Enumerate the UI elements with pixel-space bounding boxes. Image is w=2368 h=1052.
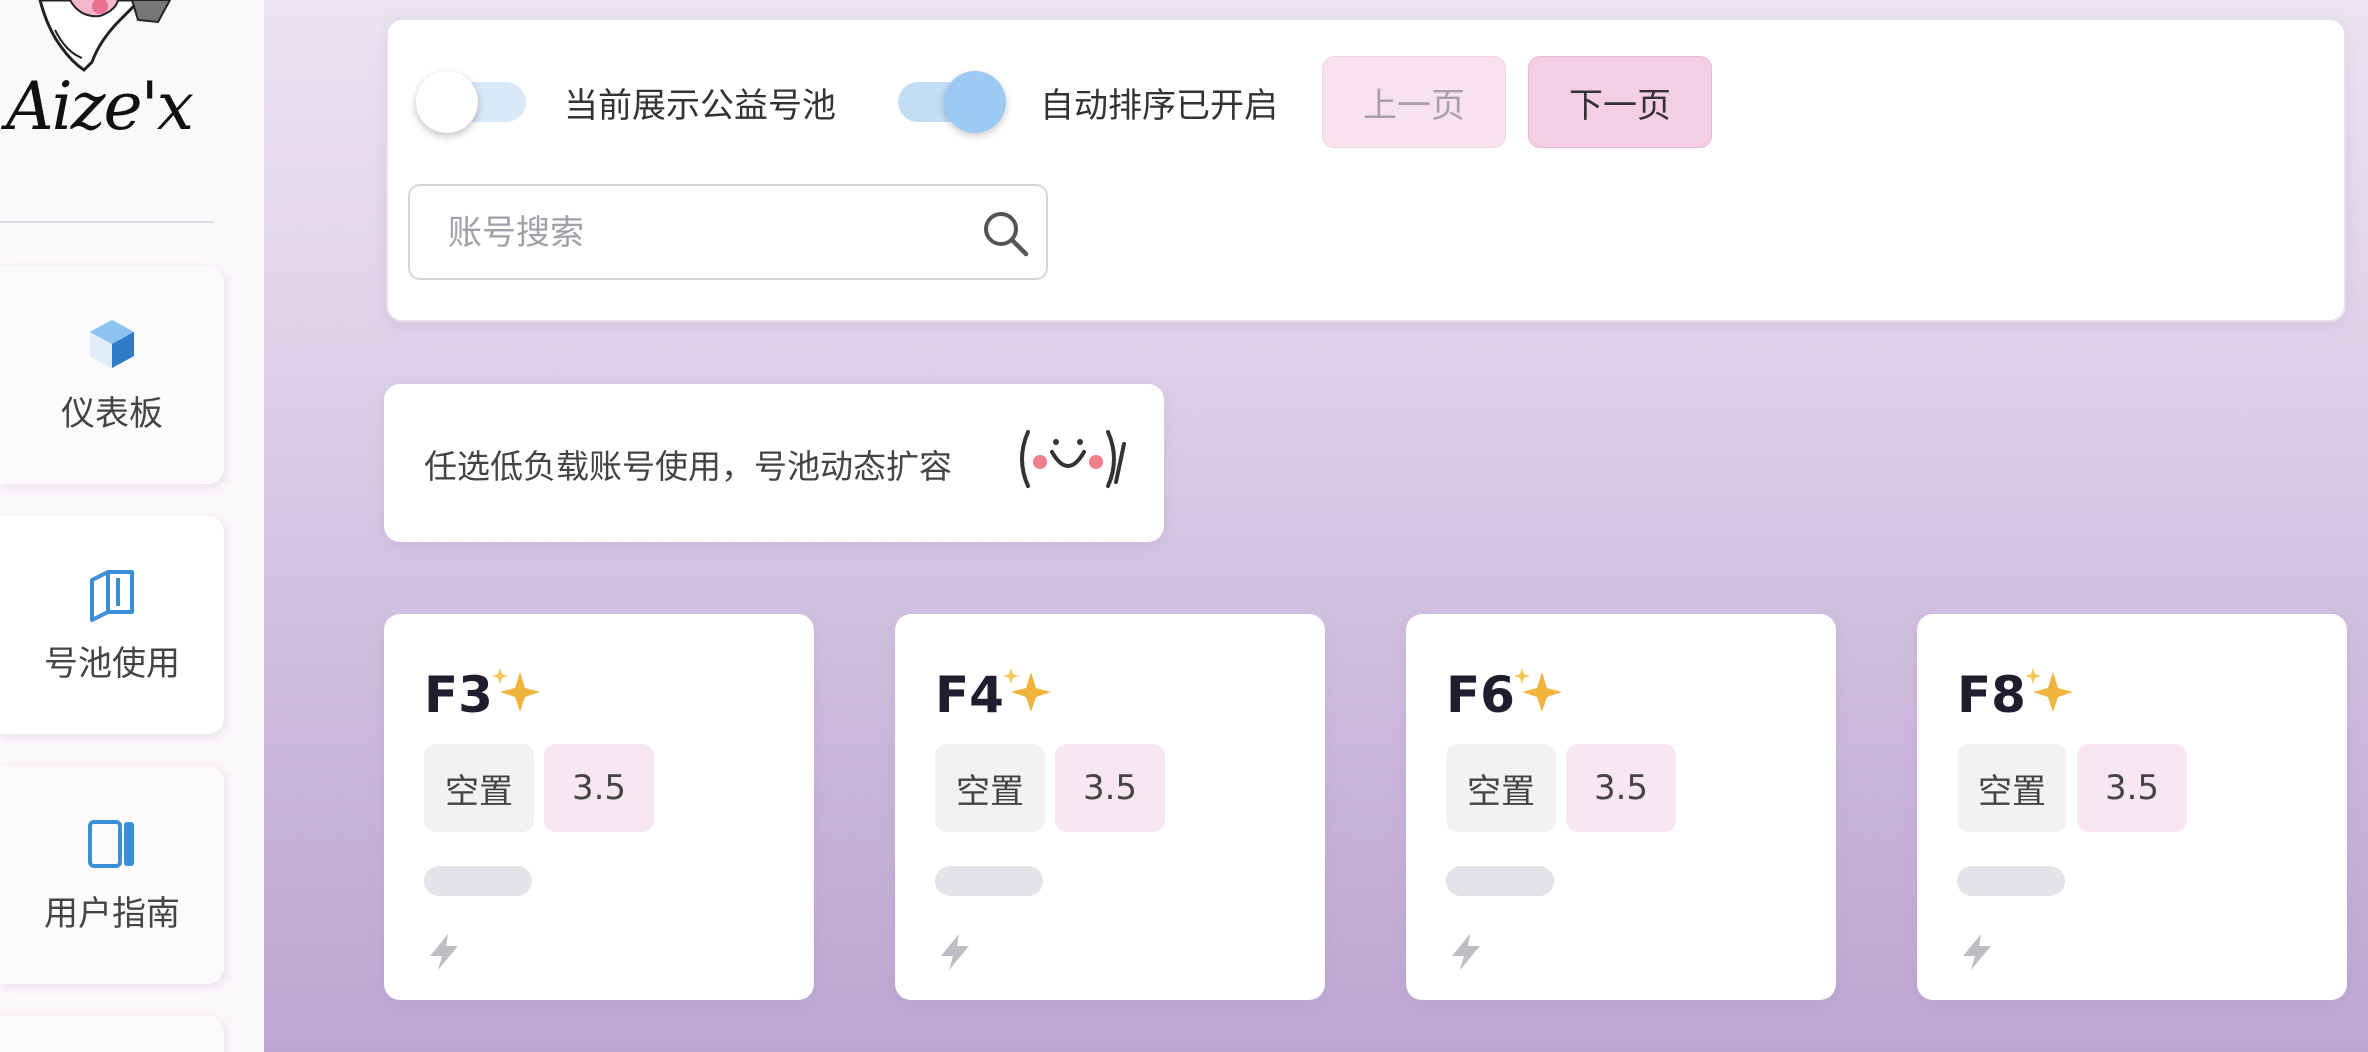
sparkle-icon [492,668,540,712]
sidebar-item-label: 仪表板 [61,393,163,434]
version-badge: 3.5 [1566,744,1676,832]
account-card[interactable]: F8 空置 3.5 [1917,614,2347,1000]
version-badge: 3.5 [1055,744,1165,832]
logo[interactable]: Aize'x [0,0,200,160]
auto-sort-toggle[interactable] [898,71,1006,133]
sparkle-icon [2025,668,2073,712]
sidebar-divider [0,221,214,223]
search-icon[interactable] [980,208,1032,260]
status-badge: 空置 [1446,744,1556,832]
loading-placeholder [935,866,1043,896]
card-title: F6 [1446,666,1515,724]
public-pool-label: 当前展示公益号池 [564,86,836,126]
loading-placeholder [1957,866,2065,896]
card-title: F8 [1957,666,2026,724]
card-title: F4 [935,666,1004,724]
loading-placeholder [1446,866,1554,896]
version-badge: 3.5 [2077,744,2187,832]
prev-page-button[interactable]: 上一页 [1322,56,1506,148]
search-input[interactable] [448,208,948,258]
toggle-knob [944,71,1006,133]
status-badge: 空置 [935,744,1045,832]
notice-text: 任选低负载账号使用，号池动态扩容 [424,447,952,486]
guide-icon [88,819,134,868]
sidebar-item-user-guide[interactable]: 用户指南 [0,766,224,984]
sidebar-item-label: 用户指南 [44,893,180,934]
sidebar-item-more[interactable] [0,1016,224,1052]
sidebar-item-dashboard[interactable]: 仪表板 [0,266,224,484]
search-box [408,184,1048,280]
toggle-knob [416,71,478,133]
status-badge: 空置 [1957,744,2067,832]
account-card[interactable]: F4 空置 3.5 [895,614,1325,1000]
sidebar-item-pool-usage[interactable]: 号池使用 [0,516,224,734]
next-page-button[interactable]: 下一页 [1528,56,1712,148]
version-badge: 3.5 [544,744,654,832]
toolbar-panel: 当前展示公益号池 自动排序已开启 上一页 下一页 [386,18,2346,322]
bolt-icon [430,934,458,970]
cube-icon [90,319,134,368]
status-badge: 空置 [424,744,534,832]
notice-panel: 任选低负载账号使用，号池动态扩容 [384,384,1164,542]
bolt-icon [1452,934,1480,970]
auto-sort-label: 自动排序已开启 [1040,86,1278,126]
account-card[interactable]: F3 空置 3.5 [384,614,814,1000]
account-card[interactable]: F6 空置 3.5 [1406,614,1836,1000]
book-icon [90,569,134,622]
loading-placeholder [424,866,532,896]
sidebar-item-label: 号池使用 [44,643,180,684]
sidebar: Aize'x 仪表板 号池使用 用户指南 [0,0,264,1052]
kaomoji-face-icon [1020,430,1126,488]
bolt-icon [941,934,969,970]
card-title: F3 [424,666,493,724]
sparkle-icon [1514,668,1562,712]
public-pool-toggle[interactable] [416,71,526,133]
sparkle-icon [1003,668,1051,712]
logo-text: Aize'x [6,68,194,145]
bolt-icon [1963,934,1991,970]
